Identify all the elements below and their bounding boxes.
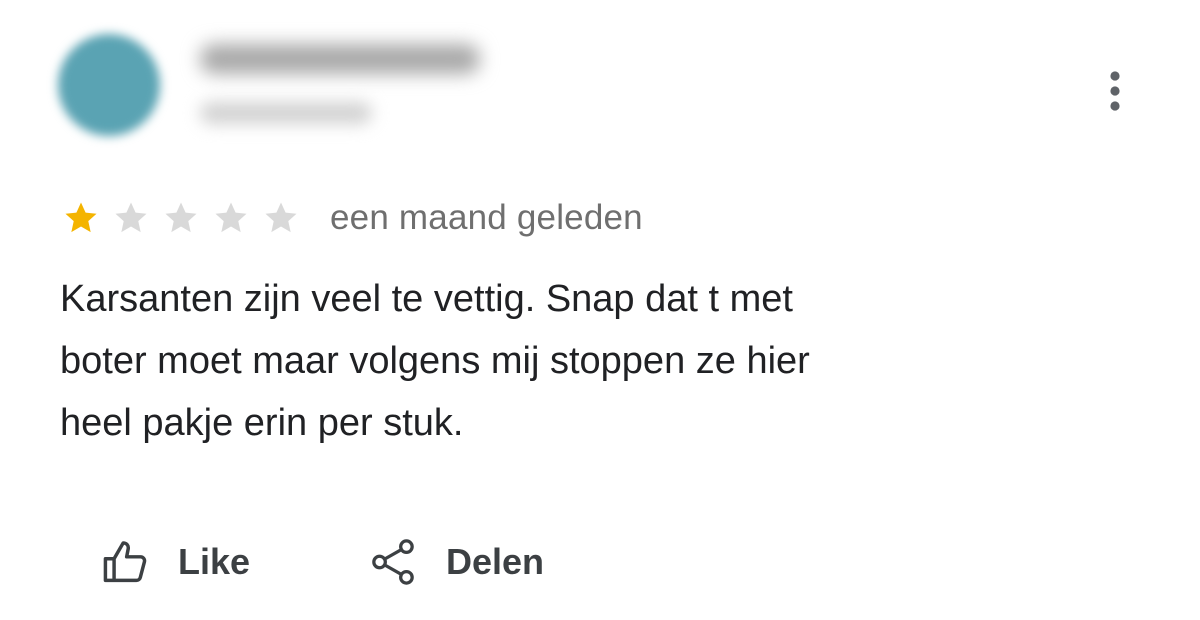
avatar[interactable]: [58, 34, 160, 136]
reviewer-meta-blurred: [200, 102, 372, 124]
share-button[interactable]: Delen: [370, 532, 544, 592]
star-filled-icon: [62, 199, 100, 237]
review-text: Karsanten zijn veel te vettig. Snap dat …: [60, 278, 810, 444]
share-icon: [370, 537, 416, 587]
more-options-button[interactable]: [1094, 64, 1136, 118]
star-rating: [62, 199, 300, 237]
share-label: Delen: [446, 541, 545, 582]
star-empty-icon: [112, 199, 150, 237]
more-vert-icon: [1094, 64, 1136, 118]
star-empty-icon: [162, 199, 200, 237]
star-empty-icon: [212, 199, 250, 237]
review-date: een maand geleden: [330, 198, 643, 237]
thumbs-up-icon: [100, 536, 152, 588]
rating-row: een maand geleden: [62, 196, 643, 240]
star-empty-icon: [262, 199, 300, 237]
reviewer-name-blurred[interactable]: [200, 44, 480, 74]
like-label: Like: [178, 541, 251, 582]
like-button[interactable]: Like: [100, 532, 250, 592]
